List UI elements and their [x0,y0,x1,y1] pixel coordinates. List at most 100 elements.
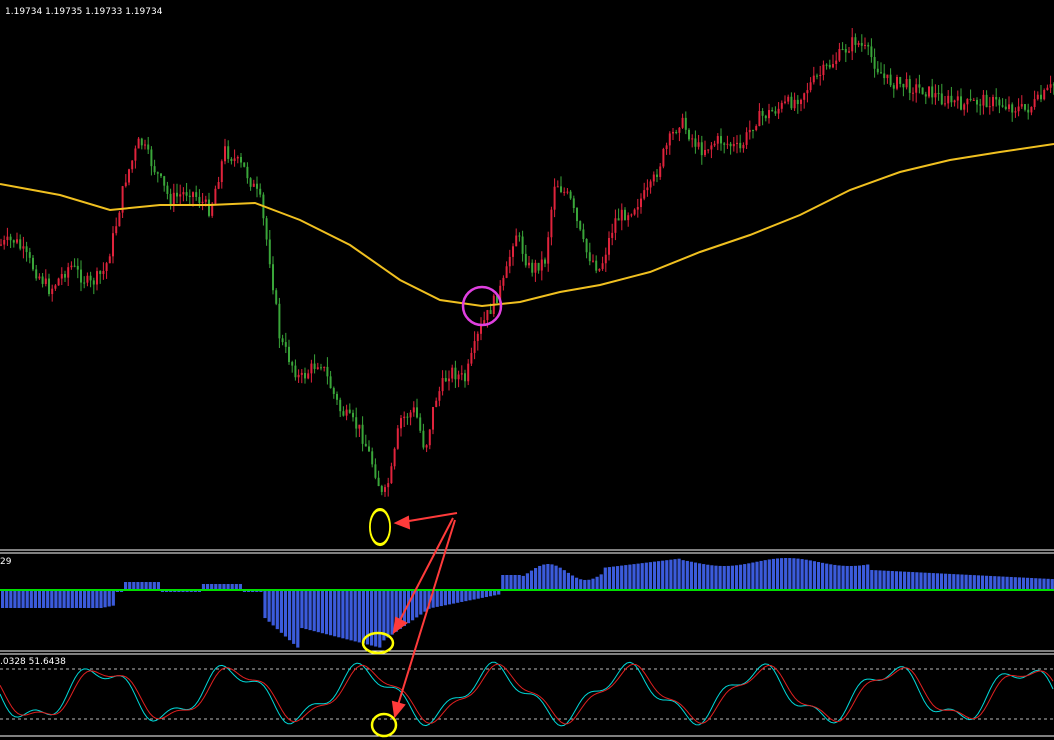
candle-body [473,341,476,353]
histogram-bar [903,571,907,590]
histogram-bar [5,590,9,608]
histogram-bar [812,561,816,590]
histogram-bar [1,590,5,608]
candle-body [678,127,681,133]
candle-body [176,192,178,197]
histogram-bar [29,590,33,608]
candle-body [534,262,537,273]
candle-body [588,252,591,262]
histogram-bar [874,570,878,590]
candle-body [665,145,668,149]
candle-body [390,466,393,484]
candle-body [368,446,370,452]
candle-body [147,144,150,150]
histogram-bar [357,590,361,643]
candle-body [361,424,364,444]
histogram-bar [821,562,825,590]
candle-body [985,94,988,108]
candle-body [617,218,620,221]
candle-body [1046,87,1049,91]
histogram-bar [337,590,341,638]
histogram-bar [894,571,898,590]
candle-body [384,487,386,492]
candle-body [656,174,658,177]
candle-body [806,90,809,94]
candle-body [675,131,678,133]
histogram-bar [78,590,83,608]
candle-body [409,412,412,418]
histogram-bar [534,568,538,590]
histogram-bar [628,564,632,590]
histogram-bar [353,590,357,642]
candle-body [774,111,777,114]
candle-body [614,218,617,233]
candle-body [870,46,873,58]
candle-body [755,126,758,131]
candle-body [857,43,860,45]
candle-body [777,108,780,114]
histogram-bar [718,565,722,590]
candle-body [275,290,278,304]
candle-body [44,278,47,284]
candle-body [48,278,50,295]
candle-body [624,209,626,221]
histogram-bar [472,590,476,600]
candle-body [80,269,82,283]
candle-body [92,280,95,285]
histogram-bar [452,590,456,604]
candle-body [995,97,998,100]
histogram-bar [648,562,652,590]
candle-body [646,187,649,191]
candle-body [179,194,182,197]
histogram-bar [476,590,480,599]
candle-body [953,100,956,103]
candle-body [422,430,425,448]
candle-body [240,156,242,163]
candle-body [131,160,134,170]
histogram-bar [517,575,521,590]
candle-body [937,93,940,95]
candle-body [214,188,217,204]
histogram-bar [870,570,874,590]
candle-body [144,144,146,146]
candle-body [316,367,319,369]
histogram-bar [525,573,529,590]
candle-body [192,192,194,197]
candle-body [185,192,188,196]
histogram-bar [345,590,349,640]
candle-body [278,303,281,339]
candle-body [585,238,588,253]
histogram-bar [513,575,517,590]
candle-body [732,143,735,147]
histogram-bar [796,558,800,590]
histogram-bar [611,566,616,590]
candle-body [582,229,585,239]
candle-body [528,262,530,266]
candle-body [1001,105,1004,107]
candle-body [323,366,326,368]
candle-body [560,186,562,193]
histogram-bar [370,590,374,646]
histogram-bar [976,575,980,590]
candle-body [3,240,6,245]
candle-body [694,138,697,147]
histogram-bar [288,590,292,641]
candle-body [448,378,450,382]
histogram-bar [1026,577,1030,590]
histogram-bar [1046,578,1050,590]
histogram-bar [1034,578,1038,590]
candle-body [816,75,818,77]
candle-body [838,48,841,61]
candle-body [912,92,914,94]
candle-body [649,181,652,188]
candle-body [793,99,796,109]
candle-body [329,376,332,389]
candle-body [118,212,121,227]
histogram-bar [734,565,739,590]
histogram-bar [443,590,447,606]
histogram-bar [956,574,960,590]
candle-body [86,275,89,283]
candle-body [99,271,102,274]
candle-body [486,310,489,321]
candle-body [553,186,556,210]
